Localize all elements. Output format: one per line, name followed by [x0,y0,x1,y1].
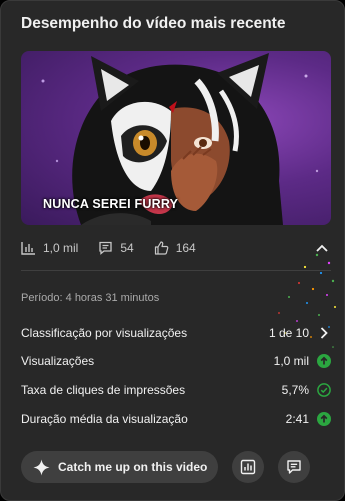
row-label: Classificação por visualizações [21,326,188,340]
thumbnail-caption: NUNCA SEREI FURRY [43,197,179,211]
row-ctr: Taxa de cliques de impressões 5,7% [21,380,331,400]
arrow-up-circle-icon [317,412,331,426]
period-text: Período: 4 horas 31 minutos [21,292,160,304]
row-value: 2:41 [285,412,309,426]
comments-metric: 54 [98,241,134,255]
analytics-icon [240,459,256,475]
row-views: Visualizações 1,0 mil [21,351,331,371]
bar-chart-icon [21,242,35,255]
chevron-right-icon [320,327,328,339]
row-label: Visualizações [21,354,95,368]
views-metric: 1,0 mil [21,241,78,255]
thumbs-up-icon [154,241,169,255]
section-divider [21,270,331,271]
card-title: Desempenho do vídeo mais recente [21,15,286,32]
sparkle-icon [33,459,50,475]
comments-count: 54 [120,241,134,255]
analytics-button[interactable] [232,451,264,483]
check-circle-icon [317,383,331,397]
comments-button[interactable] [278,451,310,483]
row-label: Taxa de cliques de impressões [21,383,186,397]
catch-up-label: Catch me up on this video [58,460,208,474]
likes-metric: 164 [154,241,196,255]
views-count: 1,0 mil [43,241,79,255]
latest-video-performance-card: Desempenho do vídeo mais recente NUNCA S… [0,0,345,501]
row-value: 5,7% [281,383,309,397]
likes-count: 164 [175,241,196,255]
row-label: Duração média da visualização [21,412,188,426]
row-views-ranking[interactable]: Classificação por visualizações 1 de 10 [21,323,331,343]
comment-icon [99,241,112,255]
row-value: 1,0 mil [273,354,309,368]
video-thumbnail[interactable]: NUNCA SEREI FURRY [21,51,331,225]
row-avg-view-duration: Duração média da visualização 2:41 [21,409,331,429]
catch-up-button[interactable]: Catch me up on this video [21,451,218,483]
comments-icon [287,460,301,474]
row-value: 1 de 10 [268,326,309,340]
arrow-up-circle-icon [317,354,331,368]
confetti-decoration [278,253,336,348]
